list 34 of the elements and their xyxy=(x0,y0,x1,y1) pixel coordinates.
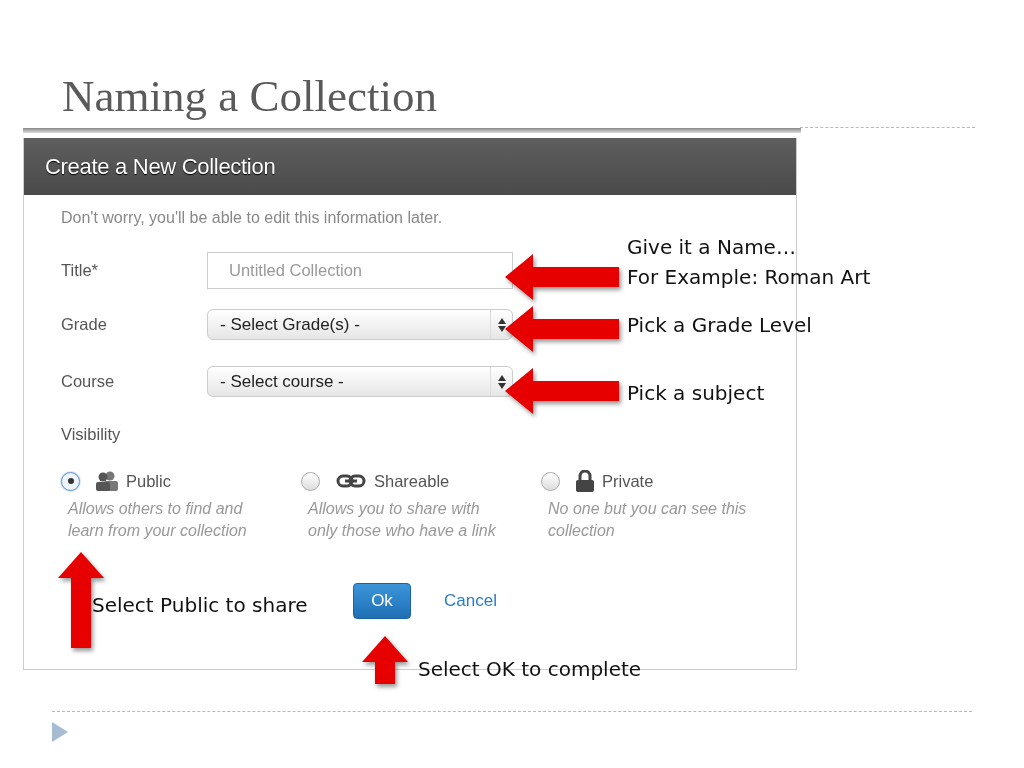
select-field[interactable]: - Select Grade(s) - xyxy=(207,309,513,340)
select-field[interactable]: - Select course - xyxy=(207,366,513,397)
updown-icon xyxy=(497,317,506,332)
link-icon xyxy=(336,474,366,489)
lock-icon xyxy=(576,470,594,493)
field-label: Title* xyxy=(61,260,99,282)
field-label: Course xyxy=(61,371,116,393)
option-label: Public xyxy=(126,470,171,492)
radio-button[interactable] xyxy=(61,471,80,491)
bullet-icon xyxy=(52,722,68,742)
option-description: Allows you to share with only those who have a link xyxy=(308,498,497,541)
title-field[interactable]: Untitled Collection xyxy=(207,252,513,289)
option-description: Allows others to find and learn from your collection xyxy=(68,498,248,541)
people-icon xyxy=(96,471,118,492)
radio-button[interactable] xyxy=(541,471,560,491)
visibility-label: Visibility xyxy=(61,424,122,445)
callout-text: Select Public to share xyxy=(92,592,308,619)
dialog-title: Create a New Collection xyxy=(45,153,276,181)
option-description: No one but you can see this collection xyxy=(548,498,748,541)
option-label: Private xyxy=(602,470,654,492)
cancel-link[interactable]: Cancel xyxy=(444,587,497,614)
callout-text: Pick a subject xyxy=(627,380,765,407)
ok-button[interactable]: Ok xyxy=(353,582,411,619)
radio-button[interactable] xyxy=(301,471,320,491)
intro-text: Don't worry, you'll be able to edit this information later. xyxy=(61,208,444,228)
slide-title: Naming a Collection xyxy=(61,70,438,123)
callout-text: Give it a Name… xyxy=(627,234,796,261)
callout-text: Pick a Grade Level xyxy=(627,312,812,339)
updown-icon xyxy=(497,374,506,389)
option-label: Shareable xyxy=(374,470,450,492)
field-label: Grade xyxy=(61,314,108,336)
callout-arrow xyxy=(362,636,408,684)
callout-text: Select OK to complete xyxy=(418,656,642,683)
callout-text: For Example: Roman Art xyxy=(627,264,871,291)
